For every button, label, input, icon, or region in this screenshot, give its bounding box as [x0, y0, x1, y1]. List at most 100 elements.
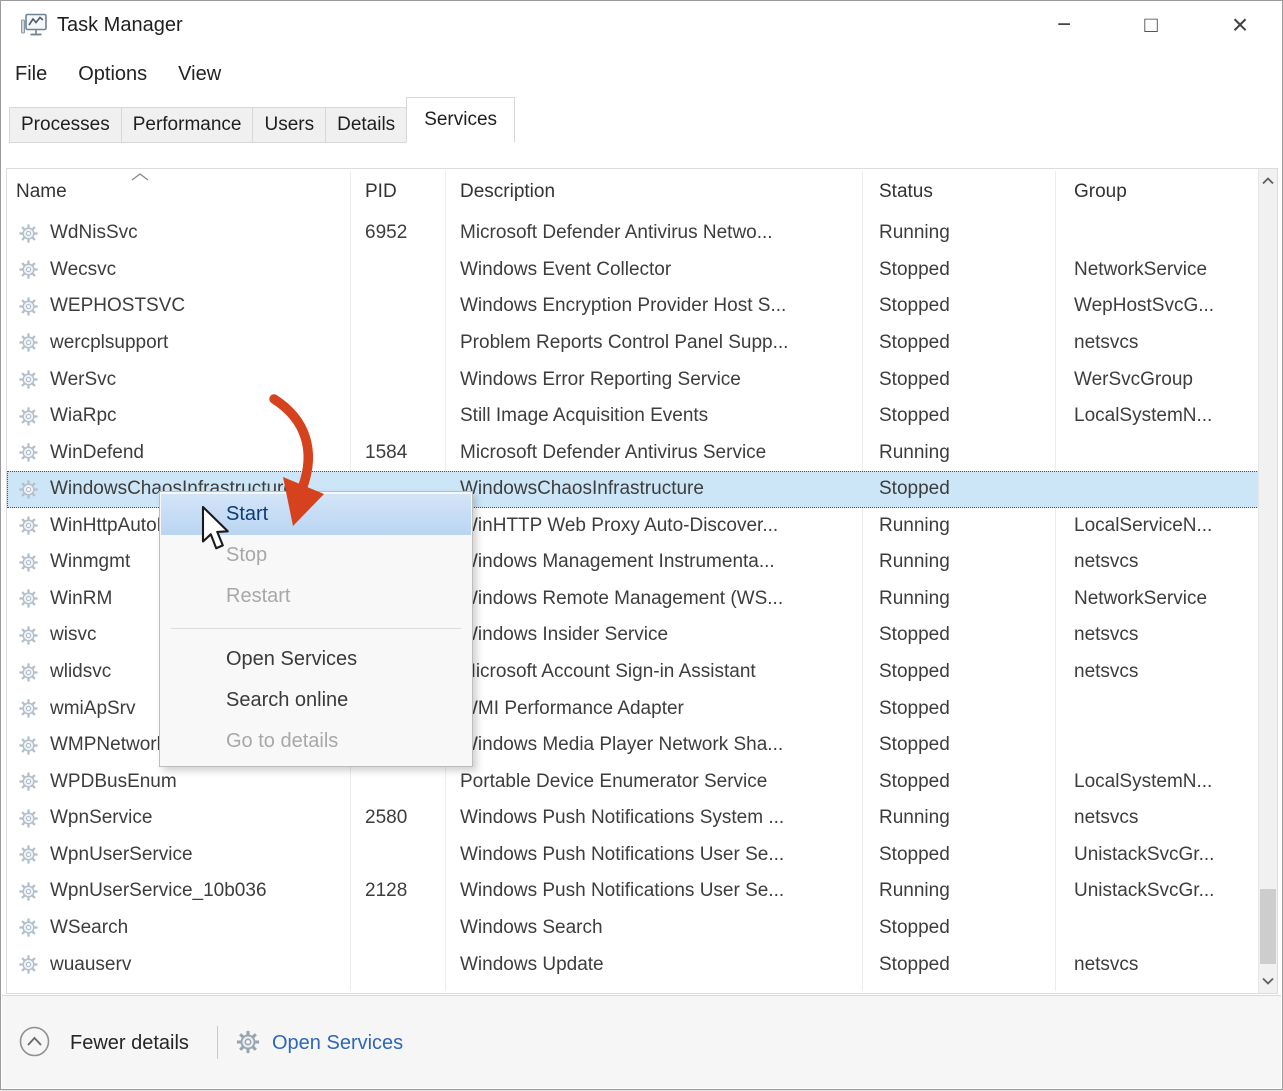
table-row[interactable]: WinDefend 1584 Microsoft Defender Antiviru…: [7, 434, 1259, 471]
context-menu-separator: [171, 628, 461, 629]
table-row[interactable]: WPDBusEnumPortable Device Enumerator Ser…: [7, 763, 1259, 800]
service-name: Winmgmt: [50, 544, 130, 581]
table-row[interactable]: WecsvcWindows Event CollectorStoppedNetw…: [7, 252, 1259, 289]
service-status: Stopped: [879, 946, 950, 983]
window-title: Task Manager: [57, 14, 183, 37]
service-gear-icon: [17, 478, 40, 501]
service-description: Windows Push Notifications User Se...: [460, 873, 784, 910]
context-menu-item-open-services[interactable]: Open Services: [161, 639, 471, 680]
table-row[interactable]: WpnUserService_10b0362128Windows Push No…: [7, 873, 1259, 910]
service-pid: 1584: [365, 434, 407, 471]
service-group: netsvcs: [1074, 325, 1138, 362]
maximize-button[interactable]: □: [1120, 3, 1182, 47]
service-description: Windows Update: [460, 946, 604, 983]
service-name: WinDefend: [50, 434, 144, 471]
open-services-link[interactable]: Open Services: [272, 996, 403, 1091]
service-group: UnistackSvcGr...: [1074, 873, 1214, 910]
service-group: NetworkService: [1074, 252, 1207, 289]
service-status: Stopped: [879, 288, 950, 325]
table-row[interactable]: WEPHOSTSVCWindows Encryption Provider Ho…: [7, 288, 1259, 325]
table-row[interactable]: wuauservWindows UpdateStoppednetsvcs: [7, 946, 1259, 983]
service-icon: [17, 800, 40, 837]
service-group: LocalServiceN...: [1074, 508, 1212, 545]
service-group: LocalSystemN...: [1074, 398, 1212, 435]
chevron-down-icon: [1262, 977, 1274, 985]
service-icon: [17, 690, 40, 727]
service-icon: [17, 654, 40, 691]
service-gear-icon: [17, 880, 40, 903]
context-menu-item-search-online[interactable]: Search online: [161, 680, 471, 721]
tab-details[interactable]: Details: [325, 107, 407, 143]
service-gear-icon: [17, 222, 40, 245]
close-button[interactable]: ×: [1209, 3, 1271, 47]
column-header-description[interactable]: Description: [460, 169, 555, 215]
service-name: wisvc: [50, 617, 96, 654]
vertical-scrollbar[interactable]: [1258, 169, 1277, 993]
service-description: Windows Media Player Network Sha...: [460, 727, 783, 764]
service-gear-icon: [17, 405, 40, 428]
service-pid: 2580: [365, 800, 407, 837]
service-description: Windows Push Notifications User Se...: [460, 837, 784, 874]
table-row[interactable]: WpnUserService Windows Push Notifications…: [7, 837, 1259, 874]
service-icon: [17, 837, 40, 874]
service-status: Stopped: [879, 654, 950, 691]
column-header-name[interactable]: Name: [16, 169, 67, 215]
service-description: Microsoft Defender Antivirus Netwo...: [460, 215, 773, 252]
column-header-pid[interactable]: PID: [365, 169, 397, 215]
service-gear-icon: [17, 331, 40, 354]
service-icon: [17, 727, 40, 764]
service-description: Windows Push Notifications System ...: [460, 800, 784, 837]
service-description: Still Image Acquisition Events: [460, 398, 708, 435]
service-icon: [17, 946, 40, 983]
table-row[interactable]: WiaRpcStill Image Acquisition EventsStop…: [7, 398, 1259, 435]
table-row[interactable]: WpnService2580Windows Push Notifications…: [7, 800, 1259, 837]
service-description: Windows Encryption Provider Host S...: [460, 288, 786, 325]
service-icon: [17, 325, 40, 362]
service-status: Running: [879, 873, 950, 910]
service-name: WSearch: [50, 910, 128, 947]
service-description: WMI Performance Adapter: [460, 690, 684, 727]
table-row[interactable]: WSearchWindows SearchStopped: [7, 910, 1259, 947]
column-header-status[interactable]: Status: [879, 169, 933, 215]
service-icon: [17, 763, 40, 800]
table-row[interactable]: wercplsupportProblem Reports Control Pan…: [7, 325, 1259, 362]
context-menu-item-go-to-details: Go to details: [161, 721, 471, 762]
menu-options[interactable]: Options: [78, 63, 147, 86]
scrollbar-thumb[interactable]: [1260, 889, 1276, 964]
service-group: netsvcs: [1074, 654, 1138, 691]
tab-users[interactable]: Users: [252, 107, 326, 143]
service-name: wlidsvc: [50, 654, 111, 691]
tab-performance[interactable]: Performance: [121, 107, 254, 143]
task-manager-app-icon: [20, 11, 48, 39]
menu-file[interactable]: File: [15, 63, 47, 86]
context-menu-item-restart: Restart: [161, 576, 471, 617]
table-row[interactable]: WdNisSvc6952Microsoft Defender Antivirus…: [7, 215, 1259, 252]
minimize-button[interactable]: −: [1033, 3, 1095, 47]
service-gear-icon: [17, 295, 40, 318]
service-icon: [17, 361, 40, 398]
service-name: Wecsvc: [50, 252, 116, 289]
service-name: wercplsupport: [50, 325, 168, 362]
service-gear-icon: [17, 953, 40, 976]
scroll-up-button[interactable]: [1259, 171, 1277, 191]
service-gear-icon: [17, 807, 40, 830]
menu-view[interactable]: View: [178, 63, 221, 86]
fewer-details-chevron-icon[interactable]: [19, 1026, 50, 1057]
service-group: UnistackSvcGr...: [1074, 837, 1214, 874]
fewer-details-toggle[interactable]: Fewer details: [70, 996, 189, 1091]
service-gear-icon: [17, 661, 40, 684]
service-icon: [17, 508, 40, 545]
service-gear-icon: [17, 368, 40, 391]
scroll-down-button[interactable]: [1259, 971, 1277, 991]
context-menu-item-start[interactable]: Start: [161, 494, 471, 535]
tab-services[interactable]: Services: [406, 97, 515, 143]
table-row[interactable]: WerSvcWindows Error Reporting ServiceSto…: [7, 361, 1259, 398]
service-name: WpnUserService: [50, 837, 193, 874]
service-icon: [17, 544, 40, 581]
service-name: WpnUserService_10b036: [50, 873, 267, 910]
service-description: Microsoft Defender Antivirus Service: [460, 434, 766, 471]
tab-processes[interactable]: Processes: [9, 107, 122, 143]
service-name: wuauserv: [50, 946, 131, 983]
service-status: Running: [879, 544, 950, 581]
column-header-group[interactable]: Group: [1074, 169, 1127, 215]
